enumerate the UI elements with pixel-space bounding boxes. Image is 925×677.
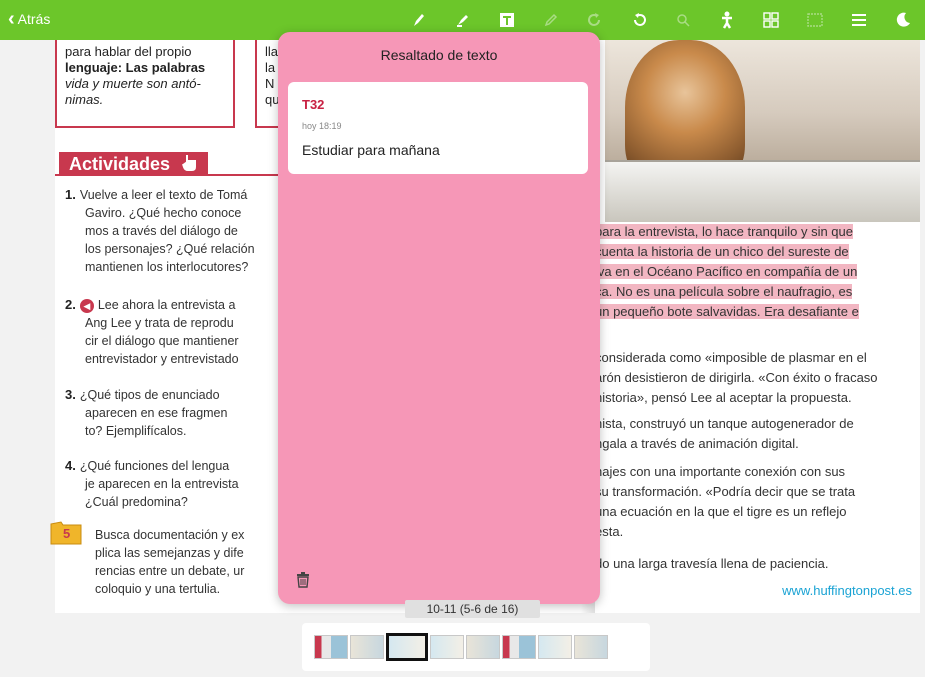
body-line: nista, construyó un tanque autogenerador… [595,416,854,431]
activity-number: 5 [63,526,71,541]
thumbnail[interactable] [314,635,348,659]
box-line: lenguaje: Las palabras [65,60,206,75]
highlighted-line[interactable]: iva en el Océano Pacífico en compañía de… [595,262,858,282]
body-line: do una larga travesía llena de paciencia… [595,556,829,571]
search-icon[interactable] [661,0,705,40]
activity-line: los personajes? ¿Qué relación [85,242,255,256]
activity-1: 1. Vuelve a leer el texto de Tomá Gaviro.… [65,186,305,276]
activity-line: rencias entre un debate, ur [95,564,245,578]
list-icon[interactable] [837,0,881,40]
source-link[interactable]: www.huffingtonpost.es [782,583,912,598]
activity-5: Busca documentación y ex plica las semej… [65,526,305,598]
highlight-text: cuenta la historia de un chico del sures… [595,244,849,259]
activity-line: aparecen en ese fragmen [85,406,228,420]
thumbnail[interactable] [502,635,536,659]
box-line: para hablar del propio [65,44,192,59]
highlight-text: un pequeño bote salvavidas. Era desafian… [595,304,859,319]
back-button[interactable]: ‹ Atrás [8,8,51,30]
activity-line: je aparecen en la entrevista [85,477,239,491]
body-line: su transformación. «Podría decir que se … [595,484,856,499]
highlight-text: para la entrevista, lo hace tranquilo y … [595,224,853,239]
trash-icon[interactable] [296,572,312,590]
activities-header: Actividades [59,152,209,176]
thumbnail[interactable] [430,635,464,659]
highlight-text: ca. No es una película sobre el naufragi… [595,284,853,299]
thumbnail[interactable] [574,635,608,659]
body-line: una ecuación en la que el tigre es un re… [595,504,847,519]
thumbnail[interactable] [466,635,500,659]
activity-line: coloquio y una tertulia. [95,582,221,596]
activity-line: ¿Cuál predomina? [85,495,188,509]
thumbnail[interactable] [350,635,384,659]
grid-icon[interactable] [749,0,793,40]
activity-number: 1. [65,187,76,202]
definition-box: para hablar del propio lenguaje: Las pal… [55,40,235,128]
box-line: nimas. [65,92,104,107]
speaker-icon[interactable]: ◀ [79,298,94,313]
chevron-left-icon: ‹ [8,8,15,30]
highlighted-line[interactable]: un pequeño bote salvavidas. Era desafian… [595,302,859,322]
back-label: Atrás [17,11,51,27]
activity-line: entrevistador y entrevistado [85,352,239,366]
bookmark-icon[interactable] [793,0,837,40]
page-indicator: 10-11 (5-6 de 16) [405,600,540,618]
page-thumbnails [302,623,650,671]
activity-4: 4. ¿Qué funciones del lengua je aparecen … [65,457,305,511]
undo-icon[interactable] [617,0,661,40]
activity-line: Ang Lee y trata de reprodu [85,316,234,330]
accessibility-icon[interactable] [705,0,749,40]
popup-title: Resaltado de texto [380,47,498,63]
body-line: arón desistieron de dirigirla. «Con éxit… [595,370,878,385]
activity-number: 4. [65,458,76,473]
folder-badge[interactable]: 5 [49,520,83,546]
activity-line: plica las semejanzas y dife [95,546,244,560]
note-code: T32 [302,97,325,112]
highlighted-line[interactable]: ca. No es una película sobre el naufragi… [595,282,853,302]
box-line: vida y muerte son antó- [65,76,201,91]
activity-line: cir el diálogo que mantiener [85,334,239,348]
activity-line: Vuelve a leer el texto de Tomá [79,188,248,202]
activity-3: 3. ¿Qué tipos de enunciado aparecen en es… [65,386,305,440]
body-line: historia», pensó Lee al aceptar la propu… [595,390,852,405]
highlight-popup: Resaltado de texto T32 hoy 18:19 Estudia… [278,32,600,604]
activity-line: Lee ahora la entrevista a [97,298,236,312]
night-mode-icon[interactable] [881,0,925,40]
activity-number: 2. [65,297,76,312]
note-card[interactable]: T32 hoy 18:19 Estudiar para mañana [288,82,588,174]
note-text: Estudiar para mañana [302,142,440,158]
note-timestamp: hoy 18:19 [302,121,342,131]
highlighted-line[interactable]: para la entrevista, lo hace tranquilo y … [595,222,853,242]
movie-photo [605,40,920,222]
thumbnail[interactable] [538,635,572,659]
body-line: considerada como «imposible de plasmar e… [595,350,867,365]
body-line: ngala a través de animación digital. [595,436,799,451]
highlight-text: iva en el Océano Pacífico en compañía de… [595,264,858,279]
activity-number: 3. [65,387,76,402]
activity-line: Busca documentación y ex [95,528,245,542]
activity-line: mos a través del diálogo de [85,224,238,238]
activity-line: ¿Qué tipos de enunciado [79,388,220,402]
activity-line: to? Ejemplifícalos. [85,424,187,438]
activity-2: 2. ◀ Lee ahora la entrevista a Ang Lee y t… [65,296,305,368]
activity-line: Gaviro. ¿Qué hecho conoce [85,206,242,220]
right-page: para la entrevista, lo hace tranquilo y … [595,40,920,613]
body-line: najes con una importante conexión con su… [595,464,846,479]
activity-line: mantienen los interlocutores? [85,260,249,274]
hand-pointer-icon [180,153,198,176]
activities-title: Actividades [69,153,171,174]
activity-line: ¿Qué funciones del lengua [79,459,230,473]
highlighted-line[interactable]: cuenta la historia de un chico del sures… [595,242,849,262]
thumbnail-selected[interactable] [386,633,428,661]
boat-image [605,160,920,222]
